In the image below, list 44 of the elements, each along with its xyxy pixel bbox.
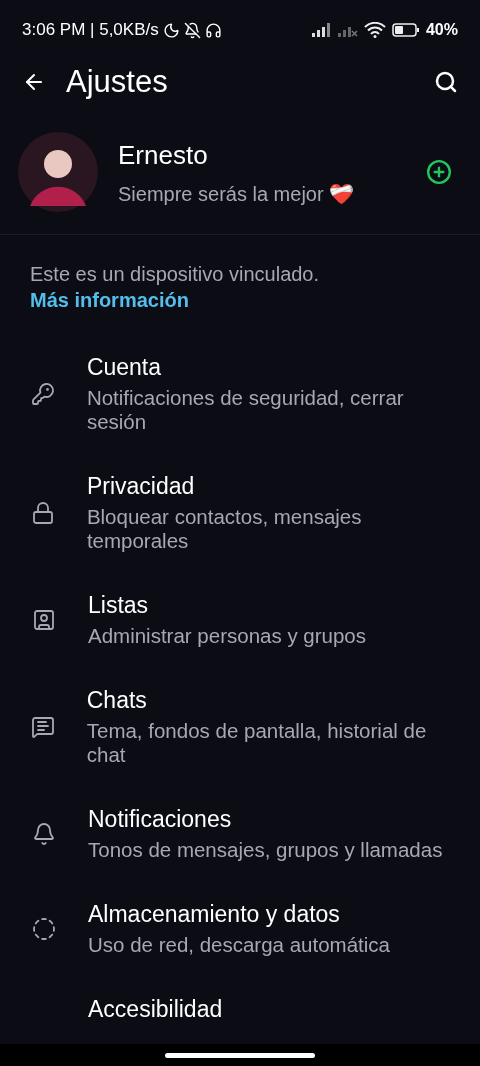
battery-level: 40%	[425, 20, 458, 40]
headphones-icon	[204, 21, 222, 39]
settings-item[interactable]: Listas Administrar personas y grupos	[0, 591, 480, 686]
avatar[interactable]	[18, 132, 98, 212]
linked-device-notice: Este es un dispositivo vinculado. Más información	[29, 262, 321, 313]
bell-off-icon	[183, 21, 201, 39]
item-subtitle: Uso de red, descarga automática	[88, 933, 390, 957]
key-icon	[31, 381, 56, 406]
lock-icon	[31, 500, 56, 525]
battery-icon	[391, 23, 420, 37]
item-subtitle: Notificaciones de seguridad, cerrar sesión	[86, 386, 405, 434]
plus-icon	[426, 159, 452, 185]
profile-about: Siempre serás la mejor ❤‍🩹	[118, 181, 355, 207]
item-subtitle: Tonos de mensajes, grupos y llamadas	[88, 838, 443, 862]
settings-item[interactable]: Notificaciones Tonos de mensajes, grupos y llamadas	[0, 805, 480, 900]
contact-card-icon	[32, 607, 56, 632]
add-button[interactable]	[426, 159, 452, 185]
item-subtitle: Tema, fondos de pantalla, historial de chat	[86, 719, 428, 767]
signal-icon	[311, 23, 332, 37]
home-indicator[interactable]	[165, 1052, 315, 1058]
item-title: Accesibilidad	[88, 995, 223, 1023]
settings-item[interactable]: Chats Tema, fondos de pantalla, historial de chat	[0, 686, 480, 805]
bell-icon	[32, 821, 56, 846]
item-title: Chats	[86, 686, 148, 714]
more-info-link[interactable]: Más información	[30, 289, 189, 311]
search-icon	[434, 70, 458, 94]
profile-name: Ernesto	[118, 138, 209, 172]
item-title: Almacenamiento y datos	[88, 900, 341, 928]
settings-item[interactable]: Accesibilidad	[0, 995, 480, 1044]
screen-title: Ajustes	[66, 62, 168, 101]
settings-item[interactable]: Almacenamiento y datos Uso de red, descarga automática	[0, 900, 480, 995]
item-title: Cuenta	[86, 353, 163, 381]
chat-icon	[31, 714, 56, 739]
item-subtitle: Administrar personas y grupos	[88, 624, 366, 648]
storage-circle-icon	[32, 916, 56, 941]
status-time: 3:06 PM | 5,0KB/s	[22, 19, 159, 42]
wifi-icon	[363, 22, 386, 38]
settings-item[interactable]: Cuenta Notificaciones de seguridad, cerrar sesión	[0, 353, 480, 472]
item-title: Privacidad	[86, 472, 196, 500]
settings-item[interactable]: Privacidad Bloquear contactos, mensajes temporales	[0, 472, 480, 591]
moon-icon	[162, 21, 180, 39]
item-title: Notificaciones	[88, 805, 233, 833]
item-subtitle: Bloquear contactos, mensajes temporales	[86, 505, 363, 553]
item-title: Listas	[88, 591, 150, 619]
